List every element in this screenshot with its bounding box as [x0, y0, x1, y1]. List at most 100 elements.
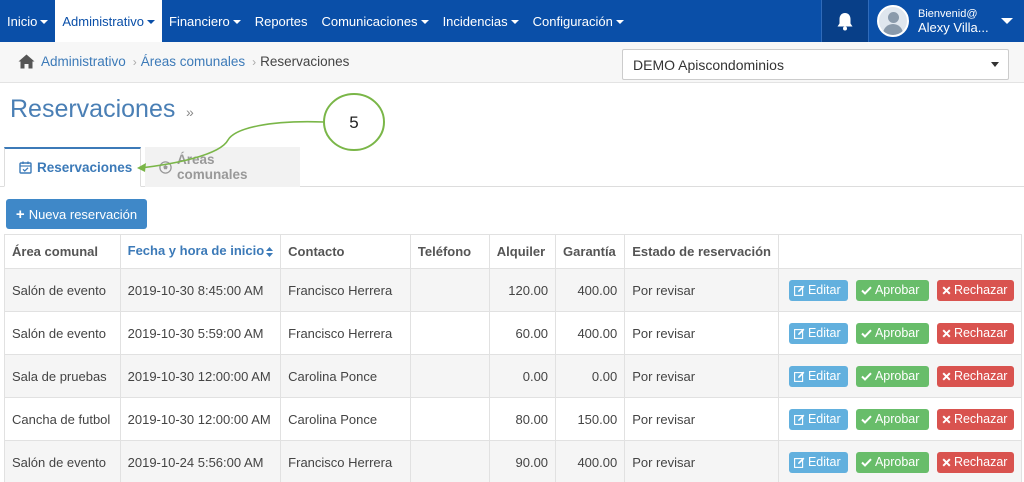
- cell-estado: Por revisar: [624, 397, 779, 441]
- reject-label: Rechazar: [953, 412, 1008, 426]
- cell-estado: Por revisar: [624, 268, 779, 312]
- cell-estado: Por revisar: [624, 311, 779, 355]
- new-reservation-button[interactable]: + Nueva reservación: [6, 199, 147, 229]
- close-icon: [942, 328, 951, 338]
- cell-contacto: Francisco Herrera: [280, 440, 411, 482]
- approve-button[interactable]: Aprobar: [855, 322, 929, 344]
- approve-button[interactable]: Aprobar: [855, 451, 929, 473]
- edit-button[interactable]: Editar: [788, 451, 848, 473]
- reject-button[interactable]: Rechazar: [936, 322, 1014, 344]
- edit-icon: [794, 328, 805, 339]
- edit-button[interactable]: Editar: [788, 322, 848, 344]
- cell-alquiler: 120.00: [488, 268, 557, 312]
- column-header-estado[interactable]: Estado de reservación: [624, 234, 779, 269]
- cell-telefono: [409, 440, 490, 482]
- cell-alquiler: 0.00: [488, 354, 557, 398]
- close-icon: [942, 414, 951, 424]
- column-header-actions: [777, 234, 1023, 269]
- row-actions: Editar Aprobar Rechazar: [786, 322, 1014, 344]
- reject-button[interactable]: Rechazar: [936, 279, 1014, 301]
- column-header-alquiler[interactable]: Alquiler: [488, 234, 557, 269]
- cell-estado: Por revisar: [624, 354, 779, 398]
- reject-button[interactable]: Rechazar: [936, 365, 1014, 387]
- cell-actions: Editar Aprobar Rechazar: [777, 311, 1023, 355]
- table-row: Salón de evento 2019-10-24 5:56:00 AM Fr…: [4, 440, 1023, 482]
- cell-alquiler: 90.00: [488, 440, 557, 482]
- cell-telefono: [409, 268, 490, 312]
- table-row: Sala de pruebas 2019-10-30 12:00:00 AM C…: [4, 354, 1023, 398]
- check-icon: [861, 372, 872, 381]
- edit-button[interactable]: Editar: [788, 365, 848, 387]
- cell-fecha: 2019-10-30 12:00:00 AM: [119, 397, 282, 441]
- cell-actions: Editar Aprobar Rechazar: [777, 268, 1023, 312]
- cell-alquiler: 80.00: [488, 397, 557, 441]
- sort-icon: [266, 245, 274, 260]
- table-body: Salón de evento 2019-10-30 8:45:00 AM Fr…: [4, 268, 1023, 482]
- reject-button[interactable]: Rechazar: [936, 408, 1014, 430]
- row-actions: Editar Aprobar Rechazar: [786, 451, 1014, 473]
- cell-contacto: Carolina Ponce: [280, 397, 411, 441]
- plus-icon: +: [15, 205, 25, 223]
- reject-label: Rechazar: [953, 455, 1008, 469]
- edit-label: Editar: [807, 369, 841, 383]
- reject-label: Rechazar: [953, 369, 1008, 383]
- cell-telefono: [409, 397, 490, 441]
- check-icon: [861, 286, 872, 295]
- table-row: Cancha de futbol 2019-10-30 12:00:00 AM …: [4, 397, 1023, 441]
- cell-actions: Editar Aprobar Rechazar: [777, 397, 1023, 441]
- reservations-table: Área comunal Fecha y hora de inicio Cont…: [4, 234, 1023, 482]
- row-actions: Editar Aprobar Rechazar: [786, 365, 1014, 387]
- column-header-garantia[interactable]: Garantía: [555, 234, 626, 269]
- check-icon: [861, 329, 872, 338]
- annotation-number: 5: [349, 113, 359, 132]
- column-header-fecha[interactable]: Fecha y hora de inicio: [119, 234, 282, 269]
- approve-label: Aprobar: [874, 326, 920, 340]
- cell-garantia: 400.00: [555, 268, 626, 312]
- edit-label: Editar: [807, 326, 841, 340]
- cell-telefono: [409, 311, 490, 355]
- approve-button[interactable]: Aprobar: [855, 408, 929, 430]
- close-icon: [942, 457, 951, 467]
- check-icon: [861, 415, 872, 424]
- approve-button[interactable]: Aprobar: [855, 365, 929, 387]
- table-row: Salón de evento 2019-10-30 5:59:00 AM Fr…: [4, 311, 1023, 355]
- cell-garantia: 0.00: [555, 354, 626, 398]
- cell-actions: Editar Aprobar Rechazar: [777, 354, 1023, 398]
- cell-garantia: 400.00: [555, 440, 626, 482]
- table-header-row: Área comunal Fecha y hora de inicio Cont…: [4, 234, 1023, 269]
- close-icon: [942, 371, 951, 381]
- edit-button[interactable]: Editar: [788, 408, 848, 430]
- cell-alquiler: 60.00: [488, 311, 557, 355]
- edit-label: Editar: [807, 283, 841, 297]
- cell-area: Cancha de futbol: [4, 397, 121, 441]
- edit-icon: [794, 457, 805, 468]
- column-header-label: Fecha y hora de inicio: [127, 243, 265, 259]
- edit-icon: [794, 285, 805, 296]
- cell-estado: Por revisar: [624, 440, 779, 482]
- close-icon: [942, 285, 951, 295]
- new-reservation-label: Nueva reservación: [28, 206, 138, 222]
- check-icon: [861, 458, 872, 467]
- cell-area: Salón de evento: [4, 311, 121, 355]
- column-header-contacto[interactable]: Contacto: [280, 234, 411, 269]
- edit-label: Editar: [807, 455, 841, 469]
- approve-button[interactable]: Aprobar: [855, 279, 929, 301]
- column-header-area[interactable]: Área comunal: [4, 234, 121, 269]
- cell-area: Salón de evento: [4, 440, 121, 482]
- cell-garantia: 150.00: [555, 397, 626, 441]
- cell-contacto: Carolina Ponce: [280, 354, 411, 398]
- cell-actions: Editar Aprobar Rechazar: [777, 440, 1023, 482]
- cell-telefono: [409, 354, 490, 398]
- cell-contacto: Francisco Herrera: [280, 311, 411, 355]
- cell-contacto: Francisco Herrera: [280, 268, 411, 312]
- cell-area: Sala de pruebas: [4, 354, 121, 398]
- reject-button[interactable]: Rechazar: [936, 451, 1014, 473]
- edit-label: Editar: [807, 412, 841, 426]
- cell-fecha: 2019-10-30 12:00:00 AM: [119, 354, 282, 398]
- reject-label: Rechazar: [953, 326, 1008, 340]
- cell-area: Salón de evento: [4, 268, 121, 312]
- row-actions: Editar Aprobar Rechazar: [786, 279, 1014, 301]
- column-header-telefono[interactable]: Teléfono: [409, 234, 490, 269]
- edit-button[interactable]: Editar: [788, 279, 848, 301]
- cell-fecha: 2019-10-30 5:59:00 AM: [119, 311, 282, 355]
